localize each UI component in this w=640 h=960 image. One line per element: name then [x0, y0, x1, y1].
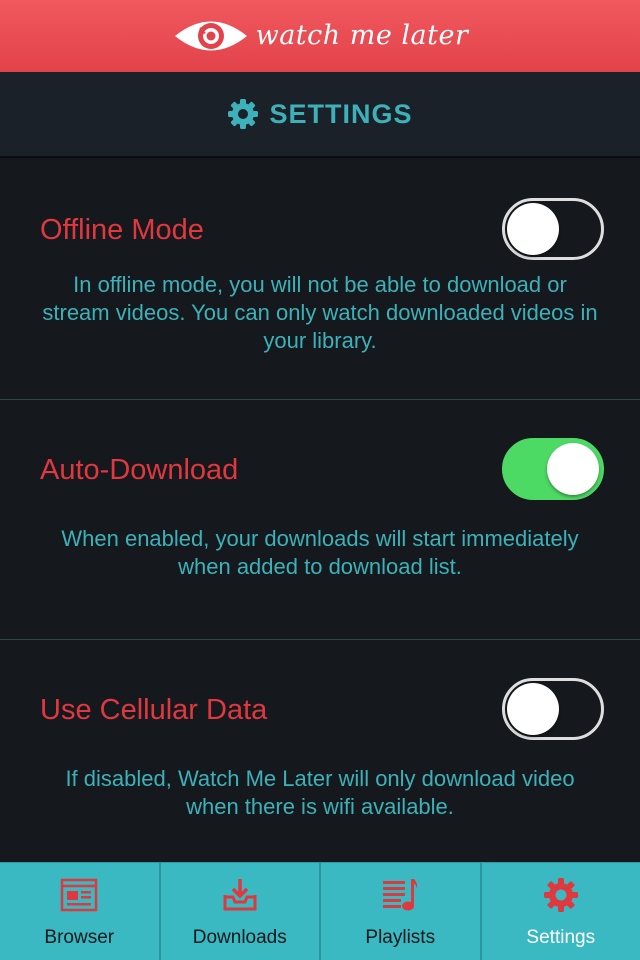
- app-header: watch me later: [0, 0, 640, 72]
- playlists-icon: [383, 879, 418, 911]
- offline-mode-toggle[interactable]: [502, 198, 604, 260]
- tab-label: Browser: [44, 927, 115, 948]
- tab-label: Settings: [526, 927, 596, 948]
- auto-download-toggle[interactable]: [502, 438, 604, 500]
- setting-description: If disabled, Watch Me Later will only do…: [65, 766, 575, 819]
- tab-browser[interactable]: Browser: [0, 863, 161, 960]
- app-logo-text: watch me later: [255, 19, 469, 51]
- page-title: SETTINGS: [269, 98, 413, 129]
- setting-description: In offline mode, you will not be able to…: [42, 272, 598, 353]
- gear-icon: [228, 99, 259, 129]
- setting-auto-download: Auto-Download When enabled, your downloa…: [0, 400, 640, 640]
- toggle-knob: [507, 203, 559, 255]
- cellular-data-toggle[interactable]: [502, 678, 604, 740]
- downloads-icon: [223, 879, 257, 911]
- eye-logo-icon: [174, 21, 247, 51]
- tab-settings[interactable]: Settings: [482, 863, 640, 960]
- settings-list: Offline Mode In offline mode, you will n…: [0, 160, 640, 862]
- browser-icon: [61, 878, 98, 912]
- settings-title-bar: SETTINGS: [0, 72, 640, 158]
- setting-use-cellular-data: Use Cellular Data If disabled, Watch Me …: [0, 640, 640, 862]
- toggle-knob: [547, 443, 599, 495]
- setting-label: Use Cellular Data: [40, 694, 268, 726]
- setting-offline-mode: Offline Mode In offline mode, you will n…: [0, 160, 640, 400]
- setting-label: Offline Mode: [40, 214, 204, 246]
- settings-gear-icon: [543, 878, 578, 912]
- setting-description: When enabled, your downloads will start …: [61, 526, 579, 579]
- tab-label: Downloads: [192, 927, 287, 948]
- tab-label: Playlists: [365, 927, 436, 948]
- tab-bar: Browser Downloads Playlists Settings: [0, 862, 640, 960]
- tab-downloads[interactable]: Downloads: [161, 863, 321, 960]
- setting-label: Auto-Download: [40, 454, 239, 486]
- toggle-knob: [507, 683, 559, 735]
- tab-playlists[interactable]: Playlists: [321, 863, 482, 960]
